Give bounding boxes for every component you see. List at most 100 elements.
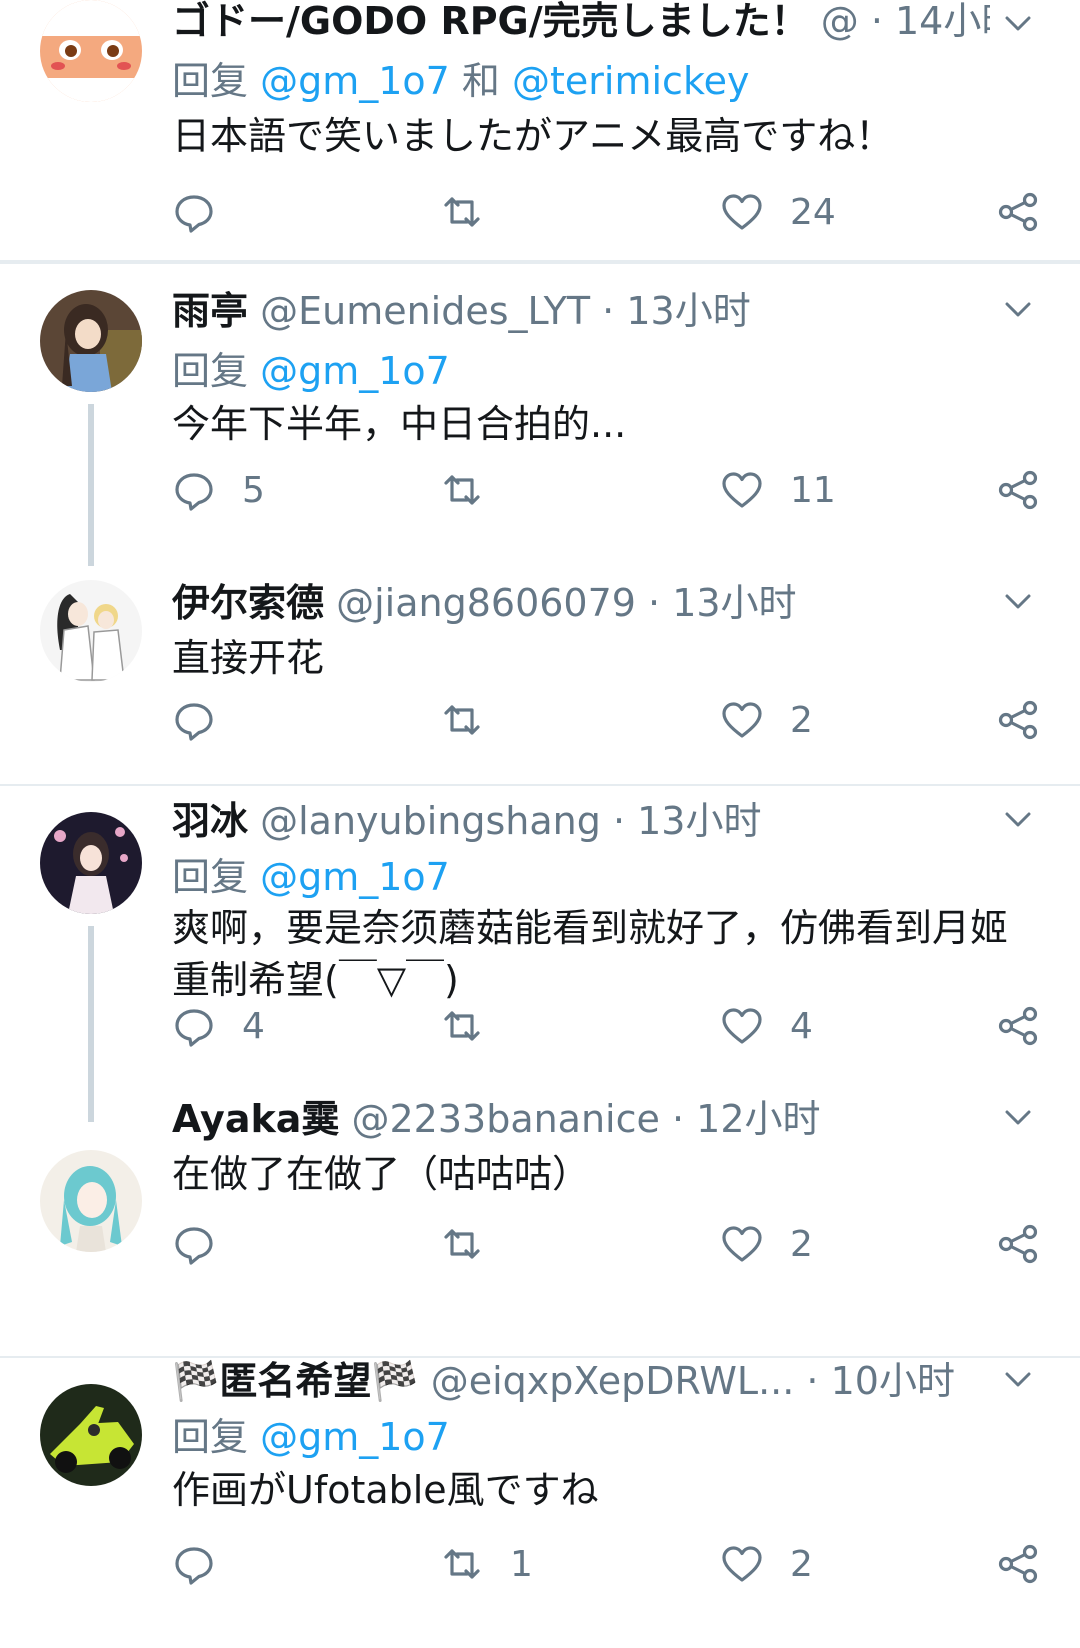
like-button[interactable]: 4 <box>720 998 813 1054</box>
like-button[interactable]: 11 <box>720 462 836 518</box>
retweet-button[interactable] <box>440 462 510 518</box>
display-name[interactable]: ゴドー/GODO RPG/完売しました！ <box>172 0 809 43</box>
share-button[interactable] <box>996 1536 1040 1592</box>
mention-link[interactable]: @gm_1o7 <box>260 1415 450 1459</box>
thread-line <box>88 404 94 566</box>
chevron-down-icon[interactable] <box>998 800 1038 840</box>
share-icon <box>998 700 1038 740</box>
user-handle[interactable]: @lanyubingshang <box>260 799 601 843</box>
retweet-button[interactable] <box>440 184 510 240</box>
display-name[interactable]: 🏁匿名希望🏁 <box>172 1359 419 1403</box>
action-bar: 5 11 <box>172 462 1040 518</box>
avatar[interactable] <box>40 1384 142 1486</box>
reply-context: 回复 @gm_1o7 和 @terimickey <box>172 54 749 108</box>
chevron-down-icon[interactable] <box>998 1360 1038 1400</box>
heart-icon <box>722 1226 762 1262</box>
display-name[interactable]: 雨亭 <box>172 289 248 333</box>
tweet[interactable]: 羽冰 @lanyubingshang · 13小时 回复 @gm_1o7 爽啊，… <box>0 784 1080 1356</box>
display-name[interactable]: 伊尔索德 <box>172 581 324 625</box>
like-button[interactable]: 2 <box>720 1536 813 1592</box>
display-name[interactable]: 羽冰 <box>172 799 248 843</box>
share-icon <box>998 470 1038 510</box>
separator: · <box>635 581 673 625</box>
avatar[interactable] <box>40 0 142 102</box>
retweet-icon <box>444 1011 480 1041</box>
mention-link[interactable]: @gm_1o7 <box>260 349 450 393</box>
heart-icon <box>722 194 762 230</box>
user-handle[interactable]: @ <box>821 0 859 43</box>
user-handle[interactable]: @jiang8606079 <box>336 581 636 625</box>
share-button[interactable] <box>996 998 1040 1054</box>
tweet[interactable]: ゴドー/GODO RPG/完売しました！ @ · 14小时 回复 @gm_1o7… <box>0 0 1080 260</box>
reply-prefix: 回复 <box>172 855 261 899</box>
share-icon <box>998 1224 1038 1264</box>
share-button[interactable] <box>996 1216 1040 1272</box>
reply-button[interactable] <box>172 692 242 748</box>
timeline: ゴドー/GODO RPG/完売しました！ @ · 14小时 回复 @gm_1o7… <box>0 0 1080 1648</box>
timestamp[interactable]: 13小时 <box>672 581 796 625</box>
retweet-button[interactable] <box>440 998 510 1054</box>
reply-button[interactable] <box>172 184 242 240</box>
like-count: 11 <box>790 469 836 511</box>
avatar[interactable] <box>40 812 142 914</box>
avatar[interactable] <box>40 290 142 392</box>
action-bar: 2 <box>172 1216 1040 1272</box>
like-button[interactable]: 2 <box>720 1216 813 1272</box>
reply-context: 回复 @gm_1o7 <box>172 850 450 904</box>
like-count: 24 <box>790 191 836 233</box>
reply-icon <box>175 1547 213 1585</box>
reply-prefix: 回复 <box>172 349 261 393</box>
like-count: 2 <box>790 1223 813 1265</box>
tweet-text: 今年下半年，中日合拍的... <box>172 402 627 446</box>
share-button[interactable] <box>996 462 1040 518</box>
reply-icon <box>175 703 213 741</box>
tweet-text: 直接开花 <box>172 636 325 680</box>
share-button[interactable] <box>996 692 1040 748</box>
mention-link[interactable]: @gm_1o7 <box>260 59 450 103</box>
reply-prefix: 回复 <box>172 1415 261 1459</box>
timestamp[interactable]: 13小时 <box>637 799 761 843</box>
user-handle[interactable]: @Eumenides_LYT <box>260 289 590 333</box>
action-bar: 24 <box>172 184 1040 240</box>
timestamp[interactable]: 14小时 <box>895 0 990 43</box>
reply-icon <box>175 473 213 511</box>
chevron-down-icon[interactable] <box>998 290 1038 330</box>
share-icon <box>998 1006 1038 1046</box>
reply-icon <box>175 1227 213 1265</box>
timestamp[interactable]: 13小时 <box>626 289 750 333</box>
action-bar: 1 2 <box>172 1536 1040 1592</box>
tweet-text: 日本語で笑いましたがアニメ最高ですね！ <box>172 114 894 158</box>
retweet-button[interactable]: 1 <box>440 1536 533 1592</box>
user-handle[interactable]: @2233bananice <box>351 1097 659 1141</box>
reply-button[interactable]: 4 <box>172 998 265 1054</box>
like-button[interactable]: 24 <box>720 184 836 240</box>
tweet-text: 在做了在做了（咕咕咕） <box>172 1152 591 1196</box>
chevron-down-icon[interactable] <box>998 582 1038 622</box>
share-button[interactable] <box>996 184 1040 240</box>
mention-link[interactable]: @gm_1o7 <box>260 855 450 899</box>
retweet-button[interactable] <box>440 692 510 748</box>
chevron-down-icon[interactable] <box>998 4 1038 44</box>
like-button[interactable]: 2 <box>720 692 813 748</box>
reply-button[interactable] <box>172 1216 242 1272</box>
timestamp[interactable]: 12小时 <box>696 1097 820 1141</box>
reply-button[interactable] <box>172 1536 242 1592</box>
chevron-down-icon[interactable] <box>998 1098 1038 1138</box>
timestamp[interactable]: 10小时 <box>831 1359 955 1403</box>
heart-icon <box>722 1008 762 1044</box>
tweet[interactable]: 🏁匿名希望🏁 @eiqxpXepDRWL... · 10小时 回复 @gm_1o… <box>0 1356 1080 1648</box>
thread-line <box>88 926 94 1122</box>
display-name[interactable]: Ayaka霙 <box>172 1097 339 1141</box>
retweet-button[interactable] <box>440 1216 510 1272</box>
separator: · <box>590 289 627 333</box>
user-handle[interactable]: @eiqxpXepDRWL... <box>431 1359 795 1403</box>
avatar[interactable] <box>40 580 142 682</box>
reply-button[interactable]: 5 <box>172 462 265 518</box>
separator: · <box>794 1359 831 1403</box>
heart-icon <box>722 1546 762 1582</box>
avatar[interactable] <box>40 1150 142 1252</box>
tweet[interactable]: 雨亭 @Eumenides_LYT · 13小时 回复 @gm_1o7 今年下半… <box>0 262 1080 784</box>
reply-icon <box>175 195 213 233</box>
tweet-text: 爽啊，要是奈须蘑菇能看到就好了，仿佛看到月姬重制希望(￣▽￣) <box>172 906 1009 1002</box>
mention-link[interactable]: @terimickey <box>512 59 749 103</box>
